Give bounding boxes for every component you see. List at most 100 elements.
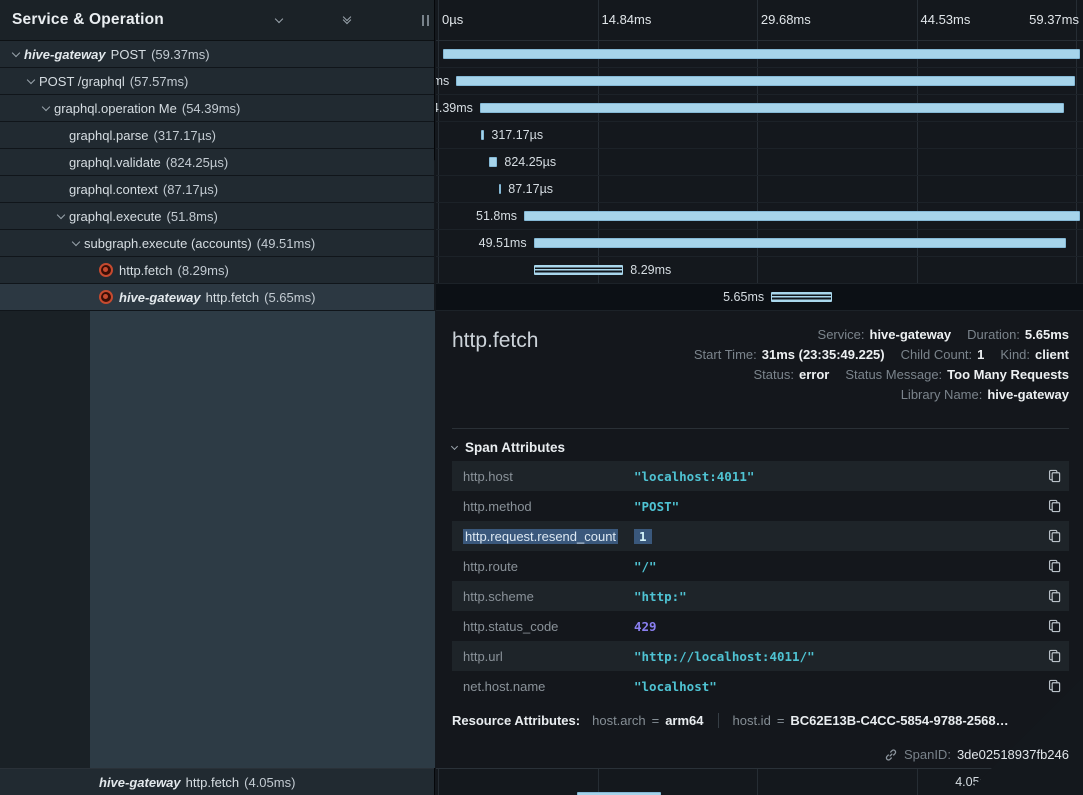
timeline-row[interactable]: 5.65ms	[436, 284, 1083, 311]
span-bar[interactable]	[524, 211, 1080, 221]
span-attributes-toggle[interactable]: Span Attributes	[452, 440, 565, 455]
resource-attributes-toggle[interactable]: Resource Attributes:host.arch=arm64host.…	[452, 713, 1009, 728]
span-tree-row[interactable]: POST /graphql (57.57ms)	[0, 68, 434, 95]
copy-icon[interactable]	[1043, 499, 1069, 513]
span-id-label: SpanID:	[904, 747, 951, 762]
span-operation-name: POST /graphql	[39, 74, 125, 89]
span-operation-name: graphql.operation Me	[54, 101, 177, 116]
span-tree: hive-gatewayPOST(59.37ms) POST /graphql (5…	[0, 41, 434, 311]
span-tree-row[interactable]: graphql.validate(824.25µs)	[0, 149, 434, 176]
timeline-row[interactable]: 824.25µs	[436, 149, 1083, 176]
span-tree-row[interactable]: hive-gatewayPOST(59.37ms)	[0, 41, 434, 68]
span-meta-line: Start Time:31ms (23:35:49.225)Child Coun…	[694, 347, 1069, 362]
meta-label: Library Name:	[901, 387, 983, 402]
span-title: http.fetch	[452, 329, 538, 353]
chevron-right-icon[interactable]	[306, 13, 320, 27]
span-operation-name: subgraph.execute (accounts)	[84, 236, 252, 251]
attribute-key: http.url	[452, 649, 634, 664]
attribute-value: 429	[634, 619, 1043, 634]
chevron-down-icon[interactable]	[8, 53, 24, 56]
meta-pair: Status:error	[754, 367, 830, 382]
timeline-rows: 57.57ms 54.39ms 317.17µs824.25µs87.17µs51.…	[436, 41, 1083, 311]
span-bar[interactable]	[480, 103, 1065, 113]
span-tree-bottom: hive-gatewayhttp.fetch(4.05ms)	[0, 768, 434, 795]
meta-value: 5.65ms	[1025, 327, 1069, 342]
span-meta-line: Service: hive-gateway Duration:5.65ms	[694, 327, 1069, 342]
meta-pair: Start Time:31ms (23:35:49.225)	[694, 347, 885, 362]
timeline-row[interactable]	[436, 41, 1083, 68]
span-tree-row[interactable]: hive-gatewayhttp.fetch(5.65ms)	[0, 284, 434, 311]
span-duration: (8.29ms)	[177, 263, 228, 278]
timeline-row[interactable]: 49.51ms	[436, 230, 1083, 257]
copy-icon[interactable]	[1043, 679, 1069, 693]
timeline-row[interactable]: 8.29ms	[436, 257, 1083, 284]
span-bar[interactable]	[443, 49, 1080, 59]
chevron-down-icon[interactable]	[38, 107, 54, 110]
span-meta-line: Library Name:hive-gateway	[694, 387, 1069, 402]
panel-resize-handle[interactable]	[422, 15, 429, 26]
span-meta-line: Status:error Status Message:Too Many Requ…	[694, 367, 1069, 382]
tree-header-icons	[272, 13, 388, 27]
span-operation-name: http.fetch	[186, 775, 239, 790]
attribute-key: http.host	[452, 469, 634, 484]
meta-pair: Status Message:Too Many Requests	[845, 367, 1069, 382]
span-bar-duration-label: 49.51ms	[479, 236, 527, 250]
chevron-down-icon[interactable]	[272, 13, 286, 27]
span-tree-row[interactable]: subgraph.execute (accounts)(49.51ms)	[0, 230, 434, 257]
attribute-row: http.url"http://localhost:4011/"	[452, 641, 1069, 671]
span-duration: (59.37ms)	[151, 47, 210, 62]
span-bar[interactable]	[534, 265, 623, 275]
meta-label: Service:	[818, 327, 865, 342]
span-tree-row[interactable]: graphql.parse(317.17µs)	[0, 122, 434, 149]
double-chevron-right-icon[interactable]	[374, 13, 388, 27]
span-duration: (824.25µs)	[166, 155, 228, 170]
chevron-down-icon	[451, 442, 458, 449]
timeline-row[interactable]: 317.17µs	[436, 122, 1083, 149]
timeline-row[interactable]: 57.57ms	[436, 68, 1083, 95]
span-tree-row[interactable]: graphql.execute(51.8ms)	[0, 203, 434, 230]
attribute-key: http.scheme	[452, 589, 634, 604]
double-chevron-down-icon[interactable]	[340, 13, 354, 27]
span-bar[interactable]	[771, 292, 832, 302]
copy-icon[interactable]	[1043, 559, 1069, 573]
span-duration: (317.17µs)	[154, 128, 216, 143]
copy-icon[interactable]	[1043, 649, 1069, 663]
span-bar[interactable]	[534, 238, 1066, 248]
span-tree-row[interactable]: graphql.context(87.17µs)	[0, 176, 434, 203]
timeline-row[interactable]: 51.8ms	[436, 203, 1083, 230]
copy-icon[interactable]	[1043, 469, 1069, 483]
timeline-panel: 0µs14.84ms29.68ms44.53ms59.37ms 57.57ms5…	[436, 0, 1083, 795]
span-duration: (87.17µs)	[163, 182, 218, 197]
span-bar-duration-label: 54.39ms	[436, 101, 473, 115]
attribute-row: http.route"/"	[452, 551, 1069, 581]
timeline-row[interactable]: 87.17µs	[436, 176, 1083, 203]
span-bar[interactable]	[499, 184, 501, 194]
tree-header: Service & Operation	[0, 0, 434, 41]
meta-value: hive-gateway	[870, 327, 952, 342]
meta-label: Kind:	[1000, 347, 1030, 362]
copy-icon[interactable]	[1043, 529, 1069, 543]
copy-icon[interactable]	[1043, 589, 1069, 603]
span-tree-row[interactable]: graphql.operation Me (54.39ms)	[0, 95, 434, 122]
span-tree-row[interactable]: hive-gatewayhttp.fetch(4.05ms)	[0, 768, 434, 795]
attribute-value: "http:"	[634, 589, 1043, 604]
span-operation-name: graphql.execute	[69, 209, 162, 224]
copy-icon[interactable]	[1043, 619, 1069, 633]
meta-pair: Library Name:hive-gateway	[901, 387, 1069, 402]
meta-label: Status Message:	[845, 367, 942, 382]
span-tree-row[interactable]: http.fetch(8.29ms)	[0, 257, 434, 284]
resource-attribute: host.id=BC62E13B-C4CC-5854-9788-2568…	[718, 713, 1009, 728]
span-bar[interactable]	[481, 130, 484, 140]
attribute-key: net.host.name	[452, 679, 634, 694]
span-bar[interactable]	[489, 157, 498, 167]
meta-pair: Duration:5.65ms	[967, 327, 1069, 342]
span-duration: (57.57ms)	[130, 74, 189, 89]
chevron-down-icon[interactable]	[53, 215, 69, 218]
chevron-down-icon[interactable]	[23, 80, 39, 83]
span-duration: (54.39ms)	[182, 101, 241, 116]
span-bar[interactable]	[456, 76, 1075, 86]
timeline-row[interactable]: 54.39ms	[436, 95, 1083, 122]
attribute-row: net.host.name"localhost"	[452, 671, 1069, 701]
chevron-down-icon[interactable]	[68, 242, 84, 245]
resource-attribute-value: BC62E13B-C4CC-5854-9788-2568…	[790, 713, 1008, 728]
